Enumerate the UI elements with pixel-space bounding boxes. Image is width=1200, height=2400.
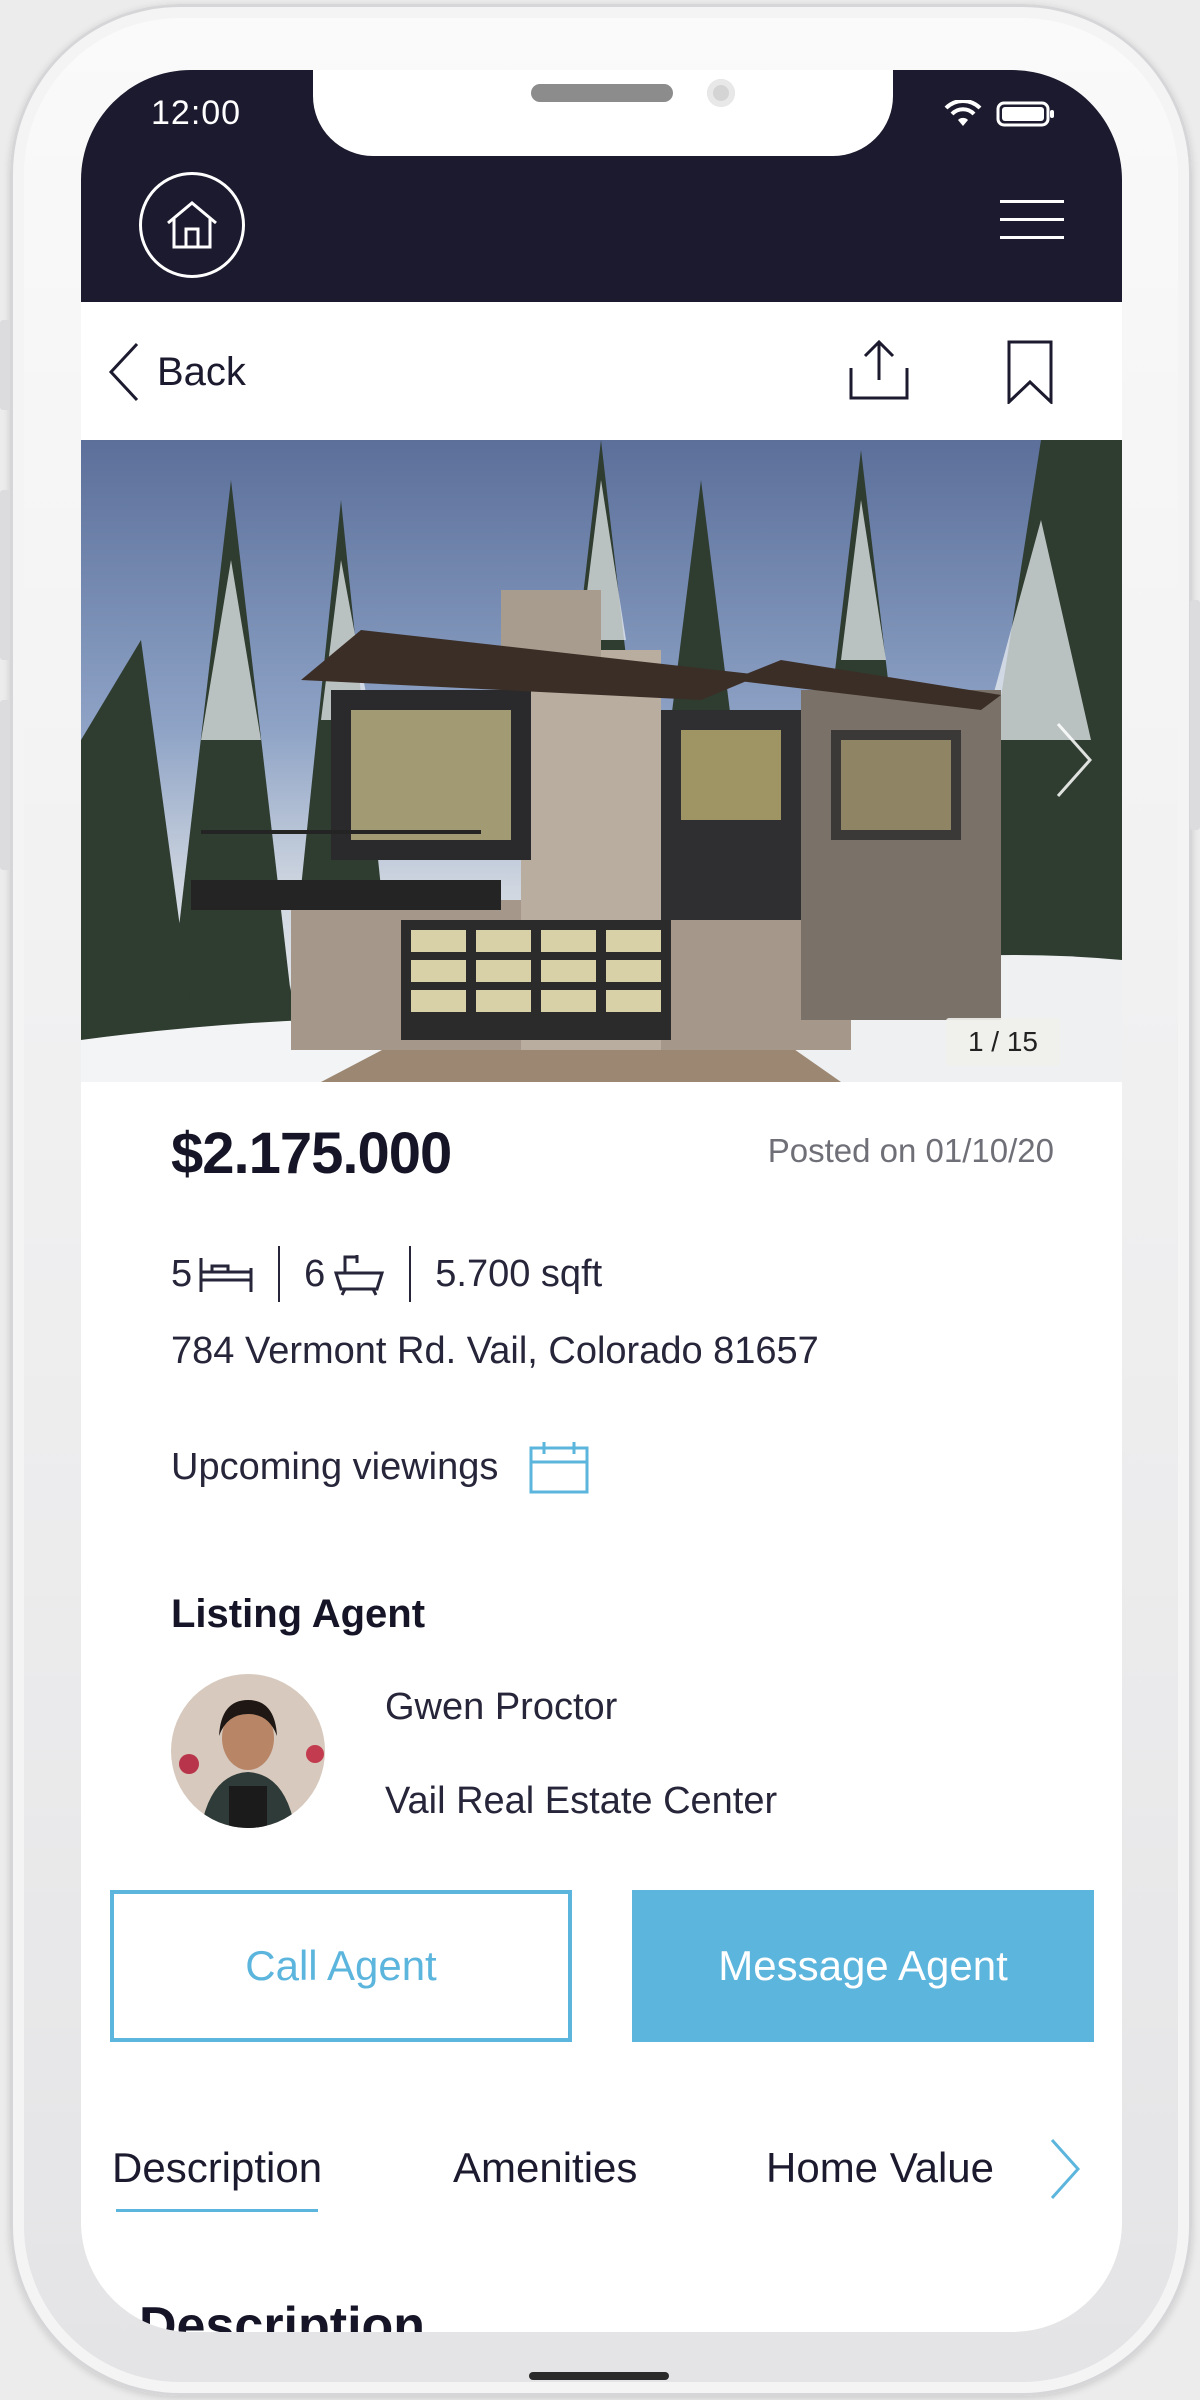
avatar	[171, 1674, 325, 1828]
posted-date: Posted on 01/10/20	[767, 1132, 1054, 1169]
listing-agent-heading: Listing Agent	[171, 1592, 426, 1636]
property-address: 784 Vermont Rd. Vail, Colorado 81657	[171, 1330, 819, 1372]
notch	[313, 70, 893, 156]
chevron-left-icon	[108, 342, 139, 402]
wifi-icon	[944, 100, 982, 126]
divider	[278, 1246, 281, 1302]
power-button	[1190, 600, 1200, 830]
sub-navigation: Back	[81, 302, 1122, 440]
front-camera	[707, 79, 735, 107]
bath-count: 6	[304, 1252, 326, 1295]
house-photo	[81, 440, 1122, 1082]
property-specs: 5 6 5.700 sqft	[171, 1246, 602, 1302]
description-heading: Description	[139, 2297, 426, 2332]
home-logo-button[interactable]	[139, 172, 245, 278]
agent-company: Vail Real Estate Center	[385, 1780, 778, 1822]
chevron-right-icon[interactable]	[1048, 2138, 1082, 2200]
volume-up-button	[0, 490, 10, 660]
agent-photo	[171, 1674, 325, 1828]
home-indicator	[529, 2372, 669, 2380]
area-sqft: 5.700 sqft	[435, 1252, 603, 1295]
menu-button[interactable]	[1000, 200, 1064, 248]
bathtub-icon	[334, 1255, 385, 1296]
hamburger-icon	[1000, 200, 1064, 203]
screen: 12:00 Back 1 / 15 $2.175.000 Posted on 0…	[81, 70, 1122, 2332]
back-label: Back	[157, 349, 246, 394]
tab-amenities[interactable]: Amenities	[453, 2144, 637, 2192]
tab-description[interactable]: Description	[112, 2144, 322, 2212]
home-icon	[167, 201, 217, 249]
detail-tabs: Description Amenities Home Value	[81, 2138, 1122, 2234]
speaker-grille	[531, 84, 673, 102]
back-button[interactable]: Back	[107, 342, 246, 402]
volume-down-button	[0, 700, 10, 870]
viewings-label: Upcoming viewings	[171, 1445, 499, 1488]
message-agent-button[interactable]: Message Agent	[632, 1890, 1094, 2042]
share-icon[interactable]	[847, 338, 911, 402]
calendar-icon	[529, 1442, 589, 1494]
divider	[409, 1246, 412, 1302]
status-time: 12:00	[151, 94, 242, 132]
call-agent-button[interactable]: Call Agent	[110, 1890, 572, 2042]
status-icons	[944, 100, 1056, 128]
bed-count: 5	[171, 1252, 193, 1295]
bed-icon	[199, 1258, 253, 1292]
photo-counter: 1 / 15	[945, 1018, 1060, 1066]
listing-price: $2.175.000	[171, 1121, 452, 1186]
battery-icon	[996, 101, 1054, 127]
app-header: 12:00	[81, 70, 1122, 302]
tab-home-value[interactable]: Home Value	[766, 2144, 994, 2192]
mute-switch	[0, 320, 10, 410]
chevron-right-icon[interactable]	[1054, 720, 1094, 800]
agent-name: Gwen Proctor	[385, 1686, 618, 1728]
bookmark-icon[interactable]	[1005, 340, 1055, 404]
property-photo-carousel[interactable]: 1 / 15	[81, 440, 1122, 1082]
upcoming-viewings-link[interactable]: Upcoming viewings	[171, 1440, 590, 1494]
